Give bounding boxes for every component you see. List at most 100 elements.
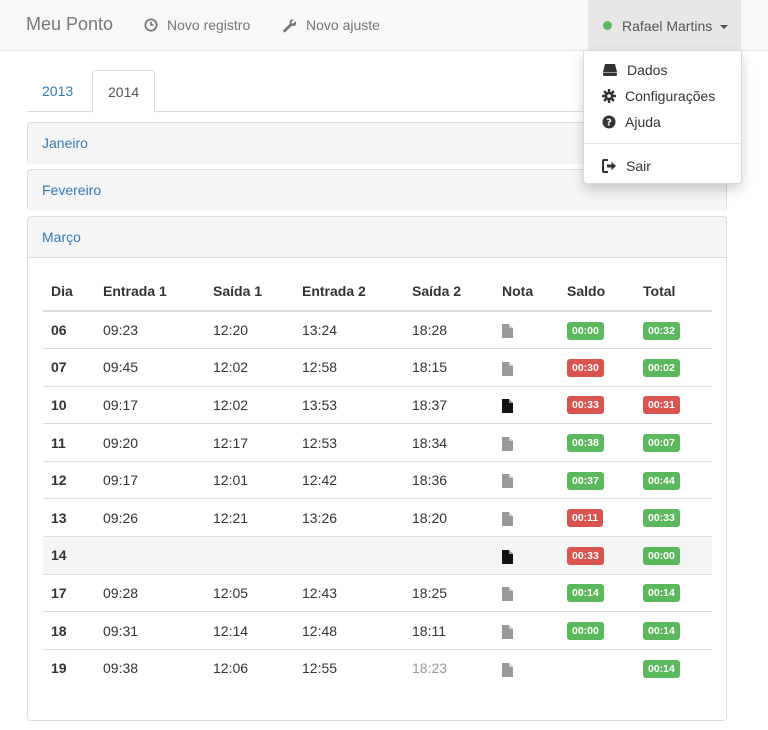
note-icon[interactable]: [502, 624, 513, 639]
gear-icon: [602, 89, 616, 103]
note-icon[interactable]: [502, 474, 513, 489]
total-badge: 00:32: [643, 321, 680, 340]
cell-total: 00:02: [635, 348, 712, 387]
total-badge: 00:00: [643, 546, 680, 565]
total-badge: 00:14: [643, 622, 680, 641]
note-icon[interactable]: [502, 324, 513, 339]
cell-s2: 18:11: [404, 611, 494, 650]
cell-e1: 09:17: [95, 385, 205, 424]
svg-text:?: ?: [606, 118, 612, 129]
cell-e2: 12:48: [294, 611, 404, 650]
cell-s1: 12:06: [205, 648, 294, 687]
cell-s2: 18:15: [404, 348, 494, 387]
online-status-icon: [603, 21, 612, 30]
new-adjustment-link[interactable]: Novo ajuste: [282, 17, 380, 33]
table-row: 07 09:45 12:02 12:58 18:15 00:30 00:02: [43, 348, 712, 387]
cell-dia: 13: [43, 498, 95, 537]
cell-dia: 18: [43, 611, 95, 650]
cell-dia: 06: [43, 310, 95, 349]
cell-total: 00:14: [635, 573, 712, 612]
brand[interactable]: Meu Ponto: [26, 14, 113, 35]
new-adjustment-label: Novo ajuste: [306, 17, 380, 33]
cell-s1: 12:17: [205, 423, 294, 462]
cell-note: [494, 611, 559, 650]
menu-item-configuracoes[interactable]: Configurações: [602, 88, 715, 104]
cell-s2: 18:37: [404, 385, 494, 424]
cell-saldo: 00:00: [559, 611, 635, 650]
caret-down-icon: [720, 24, 729, 29]
cell-dia: 12: [43, 460, 95, 499]
menu-item-sair[interactable]: Sair: [602, 158, 651, 174]
saldo-badge: 00:11: [567, 509, 604, 528]
cell-s1: [205, 536, 294, 575]
column-header: Nota: [494, 272, 559, 312]
saldo-badge: 00:37: [567, 471, 604, 490]
menu-item-ajuda[interactable]: ? Ajuda: [602, 114, 661, 130]
cell-e1: 09:38: [95, 648, 205, 687]
cell-e2: 12:55: [294, 648, 404, 687]
cell-s2: 18:36: [404, 460, 494, 499]
column-header: Entrada 1: [95, 272, 205, 312]
wrench-icon: [283, 18, 297, 32]
cell-saldo: 00:00: [559, 310, 635, 349]
cell-saldo: [559, 648, 635, 687]
cell-e2: 12:43: [294, 573, 404, 612]
table-row: 19 09:38 12:06 12:55 18:23 00:14: [43, 648, 712, 687]
saldo-badge: 00:38: [567, 434, 604, 453]
cell-dia: 17: [43, 573, 95, 612]
new-record-label: Novo registro: [167, 17, 251, 33]
note-icon[interactable]: [502, 511, 513, 526]
cell-saldo: 00:38: [559, 423, 635, 462]
cell-s1: 12:02: [205, 348, 294, 387]
table-row: 11 09:20 12:17 12:53 18:34 00:38 00:07: [43, 423, 712, 462]
hdd-icon: [603, 64, 617, 76]
cell-saldo: 00:30: [559, 348, 635, 387]
user-dropdown-menu: Dados Configurações ? Ajuda Sair: [583, 50, 742, 184]
cell-s2: 18:20: [404, 498, 494, 537]
cell-saldo: 00:14: [559, 573, 635, 612]
column-header: Entrada 2: [294, 272, 404, 312]
saldo-badge: 00:14: [567, 584, 604, 603]
menu-divider: [584, 143, 741, 144]
saldo-badge: 00:30: [567, 358, 604, 377]
new-record-link[interactable]: Novo registro: [144, 17, 250, 33]
cell-note: [494, 385, 559, 424]
cell-s1: 12:02: [205, 385, 294, 424]
note-icon[interactable]: [502, 662, 513, 677]
table-row: 13 09:26 12:21 13:26 18:20 00:11 00:33: [43, 498, 712, 537]
total-badge: 00:14: [643, 659, 680, 678]
saldo-badge: 00:33: [567, 546, 604, 565]
table-row: 06 09:23 12:20 13:24 18:28 00:00 00:32: [43, 310, 712, 349]
user-menu-toggle[interactable]: Rafael Martins: [588, 0, 741, 51]
total-badge: 00:02: [643, 358, 680, 377]
total-badge: 00:14: [643, 584, 680, 603]
month-heading-marco[interactable]: Março: [28, 217, 726, 258]
note-icon[interactable]: [502, 587, 513, 602]
cell-e1: 09:31: [95, 611, 205, 650]
menu-item-label: Sair: [626, 158, 651, 174]
cell-e1: 09:20: [95, 423, 205, 462]
cell-s2: 18:25: [404, 573, 494, 612]
column-header: Saída 2: [404, 272, 494, 312]
cell-saldo: 00:33: [559, 385, 635, 424]
note-icon[interactable]: [502, 399, 513, 414]
cell-note: [494, 460, 559, 499]
table-row: 12 09:17 12:01 12:42 18:36 00:37 00:44: [43, 460, 712, 499]
question-icon: ?: [602, 115, 616, 129]
menu-item-dados[interactable]: Dados: [602, 62, 667, 78]
total-badge: 00:31: [643, 396, 680, 415]
cell-total: 00:00: [635, 536, 712, 575]
cell-s2: 18:23: [404, 648, 494, 687]
table-row: 18 09:31 12:14 12:48 18:11 00:00 00:14: [43, 611, 712, 650]
note-icon[interactable]: [502, 549, 513, 564]
note-icon[interactable]: [502, 436, 513, 451]
cell-note: [494, 310, 559, 349]
logout-icon: [602, 159, 616, 173]
cell-total: 00:32: [635, 310, 712, 349]
tab-2013[interactable]: 2013: [27, 70, 88, 112]
column-header: Saldo: [559, 272, 635, 312]
cell-s1: 12:20: [205, 310, 294, 349]
tab-2014[interactable]: 2014: [92, 70, 156, 113]
cell-total: 00:14: [635, 648, 712, 687]
note-icon[interactable]: [502, 361, 513, 376]
